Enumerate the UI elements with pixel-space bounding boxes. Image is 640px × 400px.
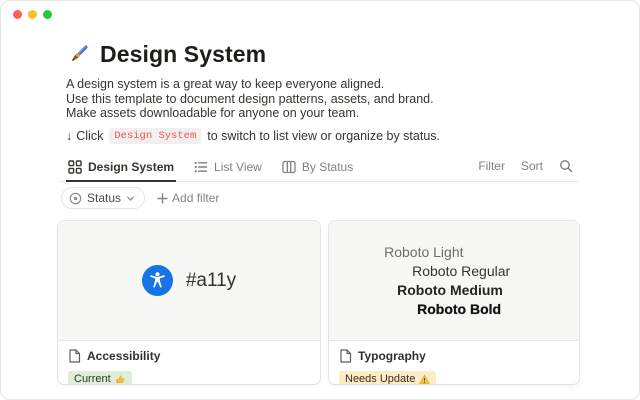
tab-by-status[interactable]: By Status [280,154,355,181]
a11y-tag-text: #a11y [186,270,236,292]
page-icon [68,349,81,363]
search-icon [559,159,573,173]
filter-bar: Status Add filter [61,187,219,209]
paintbrush-icon [66,42,91,67]
accessibility-icon [142,265,173,296]
add-filter-label: Add filter [172,191,219,205]
intro-line: Make assets downloadable for anyone on y… [66,106,434,121]
tab-design-system[interactable]: Design System [66,154,176,182]
board-view-icon [282,160,296,174]
page-header: Design System [66,41,266,68]
search-button[interactable] [559,159,573,173]
status-badge-current: Current [68,371,132,384]
add-filter-button[interactable]: Add filter [157,191,219,205]
status-badge-label: Needs Update [345,373,415,384]
intro-line: Use this template to document design pat… [66,92,434,107]
card-footer: Accessibility Current [58,341,320,384]
font-specimen-line: Roboto Regular [412,262,518,281]
plus-icon [157,193,168,204]
warning-icon [419,374,430,385]
minimize-window-button[interactable] [28,10,37,19]
tab-label: List View [214,160,262,174]
inline-code: Design System [109,128,201,144]
intro-text: A design system is a great way to keep e… [66,77,434,121]
status-badge-label: Current [74,373,111,384]
page-icon [339,349,352,363]
font-specimen: Roboto Light Roboto Regular Roboto Mediu… [401,243,507,319]
card-preview-typography: Roboto Light Roboto Regular Roboto Mediu… [329,221,579,341]
font-specimen-line: Roboto Light [384,243,490,262]
a11y-preview-content: #a11y [142,265,236,296]
hint-text-after: to switch to list view or organize by st… [207,129,440,143]
window-controls [13,10,52,19]
sort-button[interactable]: Sort [521,159,543,173]
zoom-window-button[interactable] [43,10,52,19]
status-property-icon [69,192,82,205]
intro-line: A design system is a great way to keep e… [66,77,434,92]
font-specimen-line: Roboto Bold [417,300,523,319]
list-view-icon [194,160,208,174]
card-typography[interactable]: Roboto Light Roboto Regular Roboto Mediu… [329,221,579,384]
view-tabs-bar: Design System List View [58,154,579,182]
tab-list-view[interactable]: List View [192,154,264,181]
card-footer: Typography Needs Update [329,341,579,384]
card-title: Accessibility [87,349,160,363]
card-title: Typography [358,349,426,363]
gallery-cards: #a11y Accessibility Current [58,221,579,384]
down-arrow-glyph: ↓ [66,129,72,143]
close-window-button[interactable] [13,10,22,19]
hint-text-before: Click [76,129,103,143]
thumbs-up-icon [115,374,126,385]
status-chip-label: Status [87,191,121,205]
font-specimen-line: Roboto Medium [397,281,503,300]
tab-label: Design System [88,160,174,174]
filter-button[interactable]: Filter [478,159,505,173]
page-title: Design System [100,41,266,68]
card-accessibility[interactable]: #a11y Accessibility Current [58,221,320,384]
view-toolbar: Filter Sort [478,159,579,181]
status-filter-chip[interactable]: Status [61,187,145,209]
card-preview-a11y: #a11y [58,221,320,341]
tab-label: By Status [302,160,353,174]
app-window: Design System A design system is a great… [0,0,640,400]
status-badge-needs-update: Needs Update [339,371,436,384]
hint-line: ↓ Click Design System to switch to list … [66,128,440,144]
chevron-down-icon [126,194,135,203]
gallery-view-icon [68,160,82,174]
